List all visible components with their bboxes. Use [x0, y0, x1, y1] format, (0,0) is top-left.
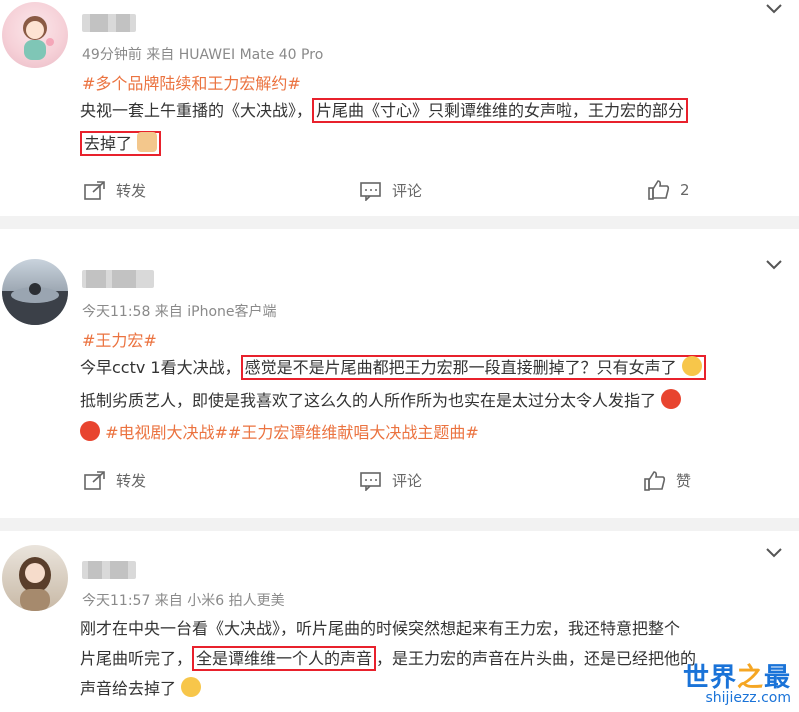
chevron-down-icon[interactable]	[765, 3, 783, 15]
like-button[interactable]: 2	[648, 180, 690, 200]
username-blurred[interactable]	[82, 561, 136, 579]
comment-icon	[360, 471, 381, 491]
topic-tag[interactable]: #王力宏#	[82, 327, 157, 351]
post-meta: 今天11:58 来自 iPhone客户端	[82, 304, 277, 320]
weibo-post: 49分钟前 来自 HUAWEI Mate 40 Pro #多个品牌陆续和王力宏解…	[0, 0, 799, 216]
comment-button[interactable]: 评论	[360, 180, 422, 201]
weibo-post: 今天11:57 来自 小米6 拍人更美 刚才在中央一台看《大决战》，听片尾曲的时…	[0, 531, 799, 712]
weibo-post: 今天11:58 来自 iPhone客户端 #王力宏# 今早cctv 1看大决战，…	[0, 229, 799, 518]
topic-tags[interactable]: #电视剧大决战##王力宏谭维维献唱大决战主题曲#	[105, 423, 479, 442]
highlight-box: 片尾曲《寸心》只剩谭维维的女声啦，王力宏的部分	[312, 98, 689, 123]
avatar[interactable]	[2, 2, 68, 68]
post-text-line: 声音给去掉了	[80, 677, 202, 701]
highlight-box: 感觉是不是片尾曲都把王力宏那一段直接删掉了？只有女声了	[240, 355, 706, 380]
post-meta: 49分钟前 来自 HUAWEI Mate 40 Pro	[82, 47, 324, 63]
chevron-down-icon[interactable]	[765, 547, 783, 559]
watermark: 世界之最 shijiezz.com	[683, 657, 791, 706]
angry-emoji-icon	[80, 421, 100, 441]
avatar[interactable]	[2, 259, 68, 325]
repost-icon	[84, 180, 105, 200]
like-button[interactable]: 赞	[644, 470, 691, 491]
avatar-photo	[2, 283, 68, 325]
crying-laugh-emoji-icon	[181, 677, 202, 697]
crying-laugh-emoji-icon	[681, 356, 702, 376]
post-text-line: 央视一套上午重播的《大决战》， 片尾曲《寸心》只剩谭维维的女声啦，王力宏的部分	[80, 98, 689, 123]
topic-tag[interactable]: #多个品牌陆续和王力宏解约#	[82, 70, 301, 94]
angry-emoji-icon	[661, 389, 682, 409]
comment-button[interactable]: 评论	[360, 470, 422, 491]
chevron-down-icon[interactable]	[765, 259, 783, 271]
repost-button[interactable]: 转发	[84, 470, 146, 491]
thumbs-up-emoji-icon	[137, 132, 158, 152]
highlight-box: 去掉了	[80, 131, 162, 156]
repost-button[interactable]: 转发	[84, 180, 146, 201]
post-text-line: 片尾曲听完了， 全是谭维维一个人的声音 ，是王力宏的声音在片头曲，还是已经把他的	[80, 646, 696, 671]
username-blurred[interactable]	[82, 270, 154, 288]
repost-icon	[84, 470, 105, 490]
avatar-photo	[19, 557, 51, 611]
post-text-line: #电视剧大决战##王力宏谭维维献唱大决战主题曲#	[80, 421, 479, 445]
comment-icon	[360, 181, 381, 201]
post-separator	[0, 216, 799, 229]
thumbs-up-icon	[644, 470, 666, 491]
post-text-line: 抵制劣质艺人，即使是我喜欢了这么久的人所作所为也实在是太过分太令人发指了	[80, 389, 682, 413]
username-blurred[interactable]	[82, 14, 136, 32]
post-separator	[0, 518, 799, 531]
post-text-line: 去掉了	[80, 131, 162, 156]
highlight-box: 全是谭维维一个人的声音	[192, 646, 377, 671]
avatar-illustration	[23, 16, 54, 60]
post-text-line: 今早cctv 1看大决战， 感觉是不是片尾曲都把王力宏那一段直接删掉了？只有女声了	[80, 355, 706, 380]
avatar[interactable]	[2, 545, 68, 611]
thumbs-up-icon	[648, 180, 670, 200]
post-meta: 今天11:57 来自 小米6 拍人更美	[82, 593, 285, 609]
watermark-title: 世界之最	[682, 663, 791, 693]
post-text-line: 刚才在中央一台看《大决战》，听片尾曲的时候突然想起来有王力宏，我还特意把整个	[80, 619, 681, 638]
